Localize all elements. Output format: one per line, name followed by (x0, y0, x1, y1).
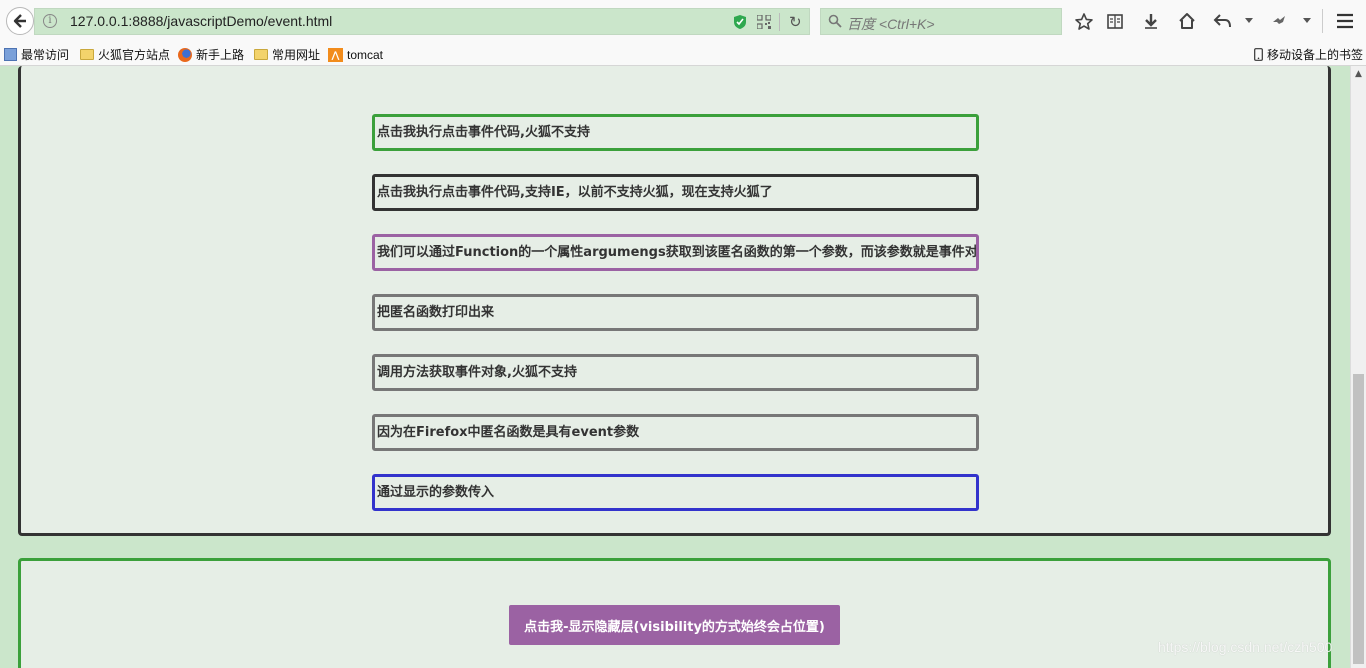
search-placeholder: 百度 <Ctrl+K> (847, 16, 935, 32)
dropdown-arrow-icon[interactable] (1244, 17, 1254, 25)
event-demo-item[interactable]: 我们可以通过Function的一个属性argumengs获取到该匿名函数的第一个… (372, 234, 979, 271)
bookmark-item[interactable]: 最常访问 (4, 46, 69, 63)
extension-icon[interactable] (1270, 12, 1288, 30)
site-info-icon[interactable]: i (43, 14, 57, 28)
events-panel: 点击我执行点击事件代码,火狐不支持 点击我执行点击事件代码,支持IE，以前不支持… (18, 66, 1331, 536)
page-viewport: 点击我执行点击事件代码,火狐不支持 点击我执行点击事件代码,支持IE，以前不支持… (0, 66, 1350, 668)
tomcat-icon: ⋀ (328, 47, 343, 62)
mobile-bookmarks[interactable]: 移动设备上的书签 (1254, 46, 1363, 63)
event-demo-item[interactable]: 通过显示的参数传入 (372, 474, 979, 511)
bookmark-item[interactable]: 常用网址 (254, 46, 320, 63)
watermark-text: https://blog.csdn.net/czh500 (1158, 639, 1333, 655)
firefox-icon (178, 47, 192, 62)
bookmark-label: tomcat (347, 47, 384, 62)
bookmark-label: 最常访问 (21, 48, 70, 62)
bookmark-item[interactable]: 火狐官方站点 (80, 46, 170, 63)
search-box[interactable]: 百度 <Ctrl+K> (820, 8, 1062, 35)
hidden-layer-panel: 点击我-显示隐藏层(visibility的方式始终会占位置) (18, 558, 1331, 668)
dropdown-arrow-icon[interactable] (1302, 17, 1312, 25)
scroll-up-icon[interactable]: ▲ (1355, 70, 1362, 79)
folder-icon (80, 49, 94, 60)
show-hidden-layer-button[interactable]: 点击我-显示隐藏层(visibility的方式始终会占位置) (509, 605, 840, 645)
event-demo-item[interactable]: 调用方法获取事件对象,火狐不支持 (372, 354, 979, 391)
vertical-scrollbar[interactable]: ▲ (1350, 66, 1366, 668)
toolbar-divider (1322, 9, 1323, 33)
mobile-bookmarks-label: 移动设备上的书签 (1267, 48, 1364, 62)
bookmark-label: 常用网址 (272, 48, 321, 62)
bookmarks-bar: 最常访问 火狐官方站点 新手上路 常用网址 ⋀ tomcat 移动设备上的书签 (0, 44, 1366, 66)
shield-icon[interactable] (733, 14, 747, 30)
mobile-device-icon (1254, 48, 1263, 61)
address-bar[interactable]: i 127.0.0.1:8888/javascriptDemo/event.ht… (34, 8, 810, 35)
bookmark-label: 新手上路 (196, 48, 245, 62)
home-icon[interactable] (1178, 12, 1196, 30)
search-icon (828, 14, 842, 28)
star-bookmark-icon[interactable] (1074, 12, 1094, 32)
folder-icon (254, 49, 268, 60)
reload-icon[interactable]: ↻ (789, 14, 802, 30)
event-demo-item[interactable]: 点击我执行点击事件代码,支持IE，以前不支持火狐，现在支持火狐了 (372, 174, 979, 211)
bookmark-icon (4, 48, 17, 61)
qr-code-icon[interactable] (757, 15, 771, 29)
event-demo-item[interactable]: 点击我执行点击事件代码,火狐不支持 (372, 114, 979, 151)
url-bar-divider (779, 13, 780, 31)
event-demo-item[interactable]: 因为在Firefox中匿名函数是具有event参数 (372, 414, 979, 451)
reading-list-icon[interactable] (1106, 12, 1124, 30)
url-text[interactable]: 127.0.0.1:8888/javascriptDemo/event.html (70, 13, 332, 29)
browser-toolbar: i 127.0.0.1:8888/javascriptDemo/event.ht… (0, 0, 1366, 45)
bookmark-item[interactable]: 新手上路 (178, 46, 244, 63)
scrollbar-thumb[interactable] (1353, 374, 1364, 664)
download-icon[interactable] (1142, 12, 1160, 30)
bookmark-label: 火狐官方站点 (98, 48, 171, 62)
back-arrow-icon (13, 14, 26, 28)
menu-icon[interactable] (1336, 12, 1354, 30)
bookmark-item[interactable]: ⋀ tomcat (328, 46, 383, 63)
event-demo-item[interactable]: 把匿名函数打印出来 (372, 294, 979, 331)
undo-icon[interactable] (1213, 12, 1233, 30)
back-button[interactable] (6, 7, 34, 35)
